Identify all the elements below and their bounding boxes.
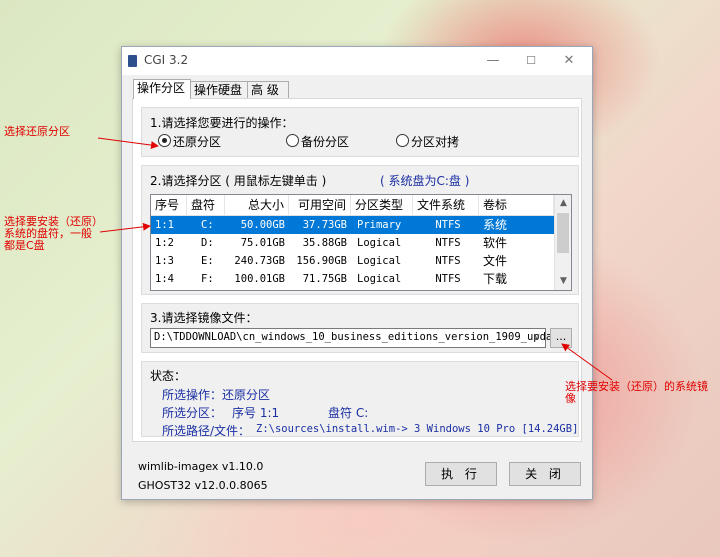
status-label: 状态：	[150, 369, 187, 383]
image-label: 3.请选择镜像文件：	[150, 311, 258, 325]
column-header-drive[interactable]: 盘符	[187, 195, 225, 215]
cell-free-space: 71.75GB	[302, 273, 347, 285]
column-header-partition-type[interactable]: 分区类型	[351, 195, 413, 215]
cell-volume-label: 软件	[483, 236, 508, 250]
cell-volume-label: 文件	[483, 254, 508, 268]
cell-drive: D:	[201, 237, 214, 249]
radio-copy-label: 分区对拷	[411, 135, 460, 149]
scroll-thumb[interactable]	[557, 213, 569, 253]
table-header: 序号 盘符 总大小 可用空间 分区类型 文件系统 卷标	[151, 195, 554, 216]
radio-backup-indicator	[286, 134, 299, 147]
tab-disk[interactable]: 操作硬盘	[190, 81, 248, 98]
cell-total-size: 50.00GB	[240, 219, 285, 231]
cell-index: 1:4	[155, 273, 174, 285]
cell-free-space: 35.88GB	[302, 237, 347, 249]
ghost-version: GHOST32 v12.0.0.8065	[138, 479, 268, 492]
annotation-restore: 选择还原分区	[4, 125, 70, 138]
image-group: 3.请选择镜像文件： D:\TDDOWNLOAD\cn_windows_10_b…	[141, 303, 579, 353]
cell-filesystem: NTFS	[435, 255, 461, 267]
cell-volume-label: 系统	[483, 218, 508, 232]
system-disk-note: ( 系统盘为C:盘 )	[380, 174, 470, 188]
cgi-window: CGI 3.2 — ☐ ✕ 操作分区 操作硬盘 高 级 1.请选择您要进行的操作…	[121, 46, 593, 500]
cell-total-size: 240.73GB	[234, 255, 285, 267]
title-bar[interactable]: CGI 3.2 — ☐ ✕	[122, 47, 592, 75]
partition-label: 2.请选择分区 ( 用鼠标左键单击 )	[150, 174, 327, 188]
radio-restore-label: 还原分区	[173, 135, 222, 149]
tab-partition[interactable]: 操作分区	[133, 79, 191, 99]
maximize-button[interactable]: ☐	[516, 51, 546, 71]
column-header-volume-label[interactable]: 卷标	[479, 195, 554, 215]
cell-volume-label: 下载	[483, 272, 508, 286]
status-partition-prefix: 所选分区：	[162, 406, 223, 420]
scroll-down-icon[interactable]: ▼	[555, 273, 571, 290]
operation-label: 1.请选择您要进行的操作：	[150, 116, 294, 130]
cell-partition-type: Logical	[357, 255, 402, 267]
app-icon	[128, 55, 137, 67]
wimlib-version: wimlib-imagex v1.10.0	[138, 460, 264, 473]
browse-button[interactable]: ...	[550, 328, 572, 348]
status-path-prefix: 所选路径/文件：	[162, 424, 251, 438]
chevron-down-icon[interactable]: ∨	[529, 329, 545, 347]
cell-free-space: 156.90GB	[296, 255, 347, 267]
column-header-free-space[interactable]: 可用空间	[289, 195, 351, 215]
scroll-up-icon[interactable]: ▲	[555, 195, 571, 212]
radio-backup-label: 备份分区	[301, 135, 350, 149]
table-row[interactable]: 1:2 D: 75.01GB 35.88GB Logical NTFS 软件	[151, 234, 554, 252]
image-path-select[interactable]: D:\TDDOWNLOAD\cn_windows_10_business_edi…	[150, 328, 565, 348]
radio-copy-indicator	[396, 134, 409, 147]
status-partition-index: 序号 1:1	[232, 406, 280, 420]
close-button[interactable]: 关 闭	[509, 462, 581, 486]
cell-partition-type: Logical	[357, 237, 402, 249]
minimize-button[interactable]: —	[478, 51, 508, 71]
status-group: 状态： 所选操作：还原分区 所选分区： 序号 1:1 盘符 C: 所选路径/文件…	[141, 361, 579, 438]
close-window-button[interactable]: ✕	[554, 51, 584, 71]
cell-total-size: 100.01GB	[234, 273, 285, 285]
annotation-image: 选择要安装（还原）的系统镜像	[565, 380, 708, 405]
cell-drive: F:	[201, 273, 214, 285]
cell-free-space: 37.73GB	[302, 219, 347, 231]
radio-restore-indicator	[158, 134, 171, 147]
execute-button[interactable]: 执 行	[425, 462, 497, 486]
cell-filesystem: NTFS	[435, 273, 461, 285]
cell-partition-type: Logical	[357, 273, 402, 285]
cell-partition-type: Primary	[357, 219, 402, 231]
column-header-total-size[interactable]: 总大小	[225, 195, 289, 215]
cell-index: 1:3	[155, 255, 174, 267]
column-header-filesystem[interactable]: 文件系统	[413, 195, 479, 215]
cell-index: 1:1	[155, 219, 174, 231]
cell-total-size: 75.01GB	[240, 237, 285, 249]
table-row[interactable]: 1:3 E: 240.73GB 156.90GB Logical NTFS 文件	[151, 252, 554, 270]
cell-drive: C:	[201, 219, 214, 231]
annotation-partition: 选择要安装（还原）系统的盘符，一般都是C盘	[4, 215, 98, 252]
tab-advanced[interactable]: 高 级	[247, 81, 289, 98]
cell-filesystem: NTFS	[435, 219, 461, 231]
column-header-index[interactable]: 序号	[151, 195, 187, 215]
table-row[interactable]: 1:4 F: 100.01GB 71.75GB Logical NTFS 下载	[151, 270, 554, 288]
status-operation: 所选操作：还原分区	[162, 388, 271, 402]
image-path-value: D:\TDDOWNLOAD\cn_windows_10_business_edi…	[154, 331, 565, 343]
partition-tab-page: 1.请选择您要进行的操作： 还原分区 备份分区 分区对拷 2.请选择分区 ( 用…	[132, 98, 582, 442]
table-scrollbar[interactable]: ▲ ▼	[554, 195, 571, 290]
cell-drive: E:	[201, 255, 214, 267]
partition-table[interactable]: 序号 盘符 总大小 可用空间 分区类型 文件系统 卷标 1:1 C: 50.00GB…	[150, 194, 572, 291]
cell-filesystem: NTFS	[435, 237, 461, 249]
status-partition-drive: 盘符 C:	[328, 406, 369, 420]
operation-group: 1.请选择您要进行的操作： 还原分区 备份分区 分区对拷	[141, 107, 579, 157]
table-row[interactable]: 1:1 C: 50.00GB 37.73GB Primary NTFS 系统	[151, 216, 554, 234]
cell-index: 1:2	[155, 237, 174, 249]
window-title: CGI 3.2	[144, 53, 189, 67]
partition-group: 2.请选择分区 ( 用鼠标左键单击 ) ( 系统盘为C:盘 ) 序号 盘符 总大…	[141, 165, 579, 295]
status-path-value: Z:\sources\install.wim-> 3 Windows 10 Pr…	[256, 423, 579, 435]
